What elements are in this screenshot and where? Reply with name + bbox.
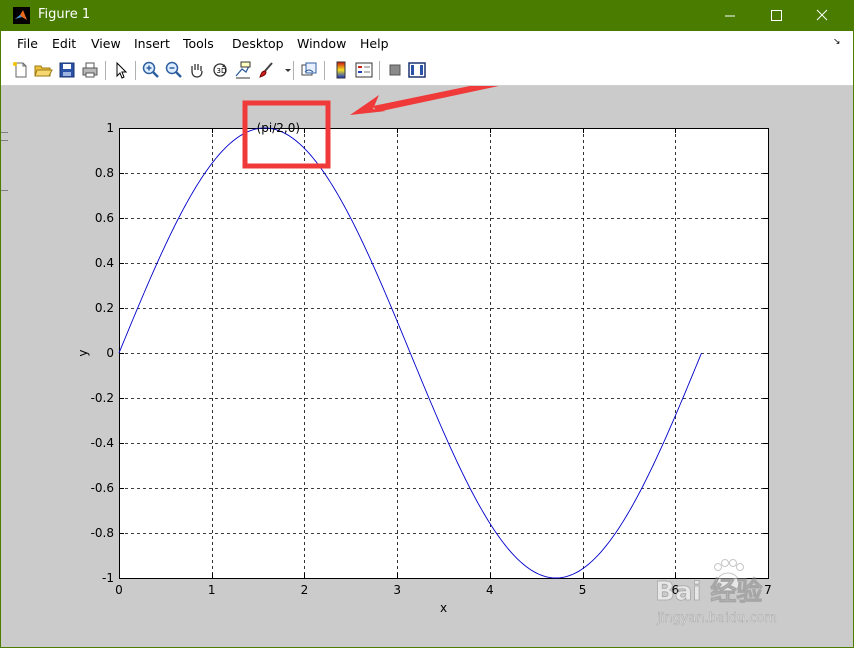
y-tick-label: 0 xyxy=(106,346,114,360)
rotate-3d-icon[interactable]: 3D xyxy=(210,60,230,80)
edit-plot-arrow-icon[interactable] xyxy=(111,60,131,80)
y-tick-label: -0.8 xyxy=(91,526,114,540)
menu-insert[interactable]: Insert xyxy=(134,36,170,51)
y-tick-label: 1 xyxy=(106,121,114,135)
y-tick-label: -0.2 xyxy=(91,391,114,405)
menu-view[interactable]: View xyxy=(91,36,121,51)
dock-figure-icon[interactable]: ↘ xyxy=(833,37,841,47)
watermark-url: jingyan.baidu.com xyxy=(656,611,777,626)
menu-desktop[interactable]: Desktop xyxy=(232,36,284,51)
arrow-shaft xyxy=(373,86,499,112)
brush-icon[interactable] xyxy=(257,60,277,80)
zoom-in-icon[interactable] xyxy=(141,60,161,80)
baidu-watermark: Bai 经验 jingyan.baidu.com xyxy=(655,559,777,626)
y-axis-label: y xyxy=(76,349,90,356)
minimize-icon xyxy=(725,15,735,17)
figure-window: Figure 1 File Edit View Insert Tools Des… xyxy=(0,0,854,648)
link-plot-icon[interactable] xyxy=(299,60,319,80)
print-icon[interactable] xyxy=(80,60,100,80)
y-tick-labels: 1 0.8 0.6 0.4 0.2 0 -0.2 -0.4 -0.6 -0.8 -1 xyxy=(91,121,114,585)
colorbar-icon[interactable] xyxy=(331,60,351,80)
menu-file[interactable]: File xyxy=(17,36,38,51)
x-tick-label: 4 xyxy=(486,583,494,597)
y-tick-label: -0.4 xyxy=(91,436,114,450)
red-pointer-arrow xyxy=(350,86,499,115)
show-plot-tools-icon[interactable] xyxy=(407,60,427,80)
brush-dropdown-icon[interactable] xyxy=(278,60,298,80)
new-figure-icon[interactable] xyxy=(11,60,31,80)
x-tick-label: 2 xyxy=(301,583,309,597)
data-cursor-icon[interactable] xyxy=(233,60,253,80)
watermark-brand: Bai 经验 xyxy=(655,576,762,607)
y-tick-label: 0.2 xyxy=(95,301,114,315)
toolbar-separator xyxy=(324,61,325,80)
x-tick-label: 1 xyxy=(208,583,216,597)
zoom-out-icon[interactable] xyxy=(164,60,184,80)
axes-background[interactable] xyxy=(119,128,768,578)
y-tick-label: -0.6 xyxy=(91,481,114,495)
open-file-icon[interactable] xyxy=(33,60,53,80)
y-tick-label: 0.4 xyxy=(95,256,114,270)
x-axis-label: x xyxy=(440,601,447,615)
save-icon[interactable] xyxy=(57,60,77,80)
y-tick-label: -1 xyxy=(102,571,114,585)
minimize-button[interactable] xyxy=(707,0,753,31)
close-icon xyxy=(816,9,828,21)
pan-hand-icon[interactable] xyxy=(187,60,207,80)
toolbar-separator xyxy=(379,61,380,80)
maximize-icon xyxy=(771,10,782,21)
menu-help[interactable]: Help xyxy=(360,36,389,51)
toolbar-separator xyxy=(135,61,136,80)
legend-icon[interactable] xyxy=(354,60,374,80)
x-tick-label: 3 xyxy=(393,583,401,597)
x-tick-label: 5 xyxy=(579,583,587,597)
svg-text:3D: 3D xyxy=(217,67,227,75)
maximize-button[interactable] xyxy=(753,0,799,31)
title-bar[interactable]: Figure 1 xyxy=(1,0,853,31)
matlab-logo-icon xyxy=(13,7,30,24)
annotation-label: (pi/2,0) xyxy=(257,121,300,135)
menu-edit[interactable]: Edit xyxy=(52,36,76,51)
toolbar-separator xyxy=(105,61,106,80)
menu-window[interactable]: Window xyxy=(297,36,346,51)
y-tick-label: 0.8 xyxy=(95,166,114,180)
window-title: Figure 1 xyxy=(38,7,91,22)
toolbar-separator xyxy=(293,61,294,80)
close-button[interactable] xyxy=(799,0,845,31)
hide-plot-tools-icon[interactable] xyxy=(385,60,405,80)
figure-toolbar: 3D xyxy=(1,57,853,86)
menu-tools[interactable]: Tools xyxy=(183,36,214,51)
y-tick-label: 0.6 xyxy=(95,211,114,225)
x-tick-label: 0 xyxy=(115,583,123,597)
menu-bar: File Edit View Insert Tools Desktop Wind… xyxy=(1,31,853,57)
